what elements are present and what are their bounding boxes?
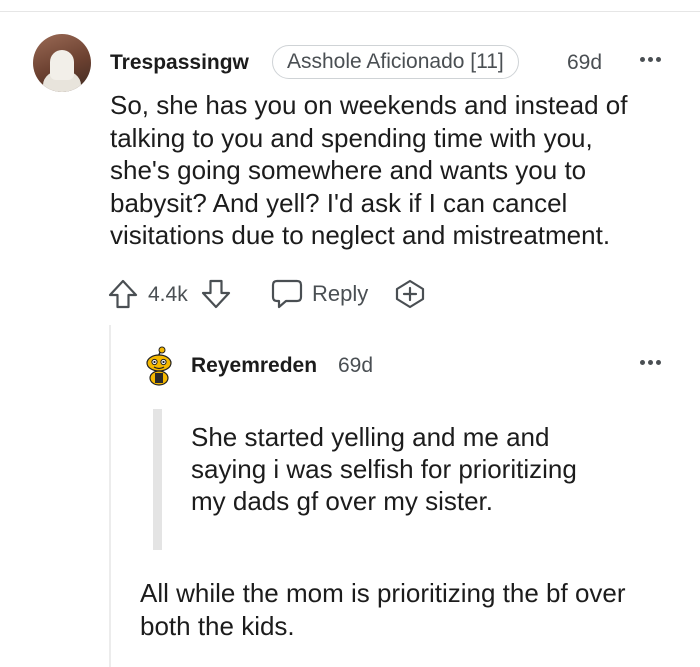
reply-username[interactable]: Reyemreden [191,354,317,378]
vote-score: 4.4k [148,283,188,306]
more-options-button[interactable] [640,57,661,62]
comment-timestamp: 69d [567,51,603,74]
thread-line[interactable] [109,325,111,667]
top-divider [0,11,700,12]
quote-line: my dads gf over my sister. [191,486,493,516]
award-button[interactable] [394,279,426,314]
reply-button[interactable]: Reply [271,279,368,309]
reply-more-options-button[interactable] [640,360,661,365]
comment-body-line: talking to you and spending time with yo… [110,122,593,153]
reply-body-line: All while the mom is prioritizing the bf… [140,578,626,608]
arrow-down-icon [201,279,231,309]
ellipsis-icon [640,360,661,365]
ellipsis-icon [640,57,661,62]
quote-line: She started yelling and me and [191,422,550,452]
reply-body-line: both the kids. [140,611,295,641]
arrow-up-icon [108,279,138,309]
reply-timestamp: 69d [338,354,374,377]
avatar-figure-shape [50,50,74,80]
upvote-button[interactable] [107,278,139,315]
comment-username[interactable]: Trespassingw [110,51,249,75]
snoo-avatar-icon [146,346,172,386]
comment-body-line: visitations due to neglect and mistreatm… [110,220,611,250]
quote-line: saying i was selfish for prioritizing [191,454,577,484]
user-avatar[interactable] [33,34,91,92]
downvote-button[interactable] [200,278,232,315]
comment-body-line: babysit? And yell? I'd ask if I can canc… [110,187,568,218]
quote-bar [153,409,162,550]
user-flair: Asshole Aficionado [11] [272,45,519,79]
comment-body: So, she has you on weekends and instead … [110,89,680,252]
comment-body-line: So, she has you on weekends and instead … [110,90,628,120]
comment-body-line: she's going somewhere and wants you to [110,155,587,185]
reply-avatar[interactable] [143,346,175,391]
reply-label: Reply [312,281,369,306]
award-plus-icon [395,279,425,309]
reply-body: All while the mom is prioritizing the bf… [140,577,626,643]
speech-bubble-icon [271,279,303,309]
quoted-text: She started yelling and me and saying i … [191,421,577,517]
